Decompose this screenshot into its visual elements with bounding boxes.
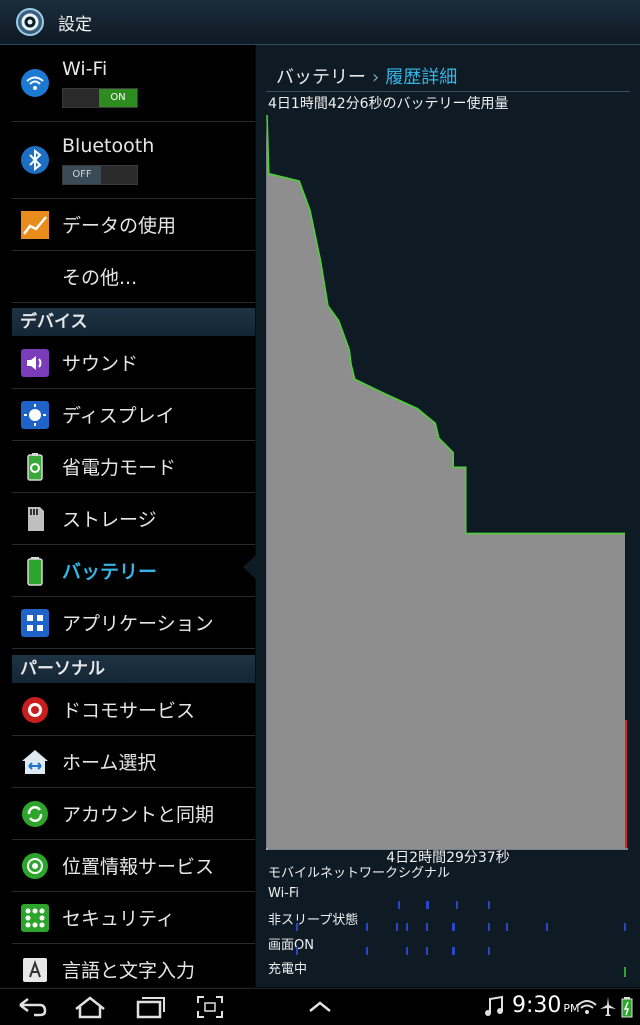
speaker-icon: [21, 348, 49, 377]
section-header-device: デバイス: [12, 308, 255, 336]
apps-grid-icon: [21, 608, 49, 637]
toggle-state: OFF: [63, 166, 101, 184]
blank-icon: [20, 262, 50, 292]
breadcrumb: バッテリー › 履歴詳細: [276, 63, 457, 89]
sidebar-item-label: Wi-Fi: [62, 58, 108, 80]
sidebar-item-label: データの使用: [62, 215, 177, 237]
sidebar-item-label: 位置情報サービス: [62, 856, 215, 878]
settings-gear-icon[interactable]: [14, 6, 46, 38]
system-bar: 9:30 PM: [0, 988, 640, 1025]
sidebar-item-docomo[interactable]: ドコモサービス: [12, 684, 255, 736]
sidebar-item-label: Bluetooth: [62, 135, 155, 157]
airplane-icon: [600, 997, 616, 1016]
sidebar-item-storage[interactable]: ストレージ: [12, 493, 255, 545]
clock: 9:30 PM: [512, 993, 580, 1018]
awake-activity-end: [624, 923, 626, 931]
awake-activity: [296, 923, 548, 931]
sidebar-item-label: 省電力モード: [62, 457, 177, 479]
wifi-toggle[interactable]: ON: [62, 88, 138, 108]
battery-icon: [27, 556, 43, 586]
app-title: 設定: [58, 14, 92, 35]
sidebar-item-label: その他...: [62, 267, 138, 289]
recent-apps-icon[interactable]: [130, 993, 170, 1021]
screenshot-icon[interactable]: [190, 993, 230, 1021]
back-icon[interactable]: [12, 993, 52, 1021]
selection-pointer: [243, 555, 256, 579]
activity-bars: [296, 901, 626, 977]
bluetooth-icon: [21, 146, 49, 174]
sidebar-item-power-saving[interactable]: 省電力モード: [12, 441, 255, 493]
sidebar-item-label: ディスプレイ: [62, 405, 175, 427]
sidebar-item-more[interactable]: その他...: [12, 251, 255, 303]
brightness-icon: [21, 400, 49, 429]
music-note-icon: [485, 995, 503, 1016]
divider: [266, 91, 630, 92]
sidebar-item-language-input[interactable]: 言語と文字入力: [12, 944, 255, 987]
home-nav-icon[interactable]: [70, 993, 110, 1021]
sidebar-item-sound[interactable]: サウンド: [12, 337, 255, 389]
sidebar-item-label: ドコモサービス: [62, 700, 196, 722]
sidebar-item-label: アプリケーション: [62, 613, 214, 635]
settings-list[interactable]: Wi-Fi ON Bluetooth OFF データの使用 その他... デバイ…: [0, 45, 255, 987]
home-icon: [22, 749, 48, 774]
battery-history-chart: [266, 115, 628, 850]
breadcrumb-separator: ›: [372, 67, 380, 88]
charging-activity: [624, 967, 626, 977]
sd-card-icon: [28, 506, 44, 531]
sidebar-item-accounts-sync[interactable]: アカウントと同期: [12, 788, 255, 840]
wifi-activity: [398, 901, 490, 909]
sidebar-item-display[interactable]: ディスプレイ: [12, 389, 255, 441]
signal-row-label: モバイルネットワークシグナル: [268, 866, 451, 881]
security-grid-icon: [21, 903, 49, 932]
breadcrumb-current: 履歴詳細: [385, 67, 458, 88]
chevron-up-icon[interactable]: [300, 993, 340, 1021]
sidebar-item-security[interactable]: セキュリティ: [12, 892, 255, 944]
sidebar-item-label: ホーム選択: [62, 752, 157, 774]
sidebar-item-bluetooth[interactable]: Bluetooth OFF: [12, 122, 255, 199]
section-header-personal: パーソナル: [12, 655, 255, 683]
sync-icon: [22, 800, 48, 827]
location-target-icon: [22, 852, 48, 879]
docomo-icon: [22, 696, 48, 723]
clock-time: 9:30: [512, 993, 562, 1018]
sidebar-item-wifi[interactable]: Wi-Fi ON: [12, 45, 255, 122]
sidebar-item-label: セキュリティ: [62, 908, 175, 930]
keyboard-letter-icon: [23, 957, 47, 982]
wifi-status-icon: [577, 1000, 597, 1014]
sidebar-item-label: 言語と文字入力: [62, 960, 196, 982]
sidebar-item-applications[interactable]: アプリケーション: [12, 597, 255, 649]
wifi-icon: [21, 69, 49, 97]
title-bar: 設定: [0, 0, 640, 45]
sidebar-item-data-usage[interactable]: データの使用: [12, 199, 255, 251]
sidebar-item-location[interactable]: 位置情報サービス: [12, 840, 255, 892]
bluetooth-toggle[interactable]: OFF: [62, 165, 138, 185]
battery-history-panel: バッテリー › 履歴詳細 4日1時間42分6秒のバッテリー使用量 4日2時間29分3…: [256, 45, 640, 987]
sidebar-item-label: アカウントと同期: [62, 804, 215, 826]
data-usage-icon: [21, 210, 49, 239]
usage-duration-title: 4日1時間42分6秒のバッテリー使用量: [268, 96, 509, 112]
sidebar-item-home-select[interactable]: ホーム選択: [12, 736, 255, 788]
recycle-battery-icon: [27, 452, 43, 481]
sidebar-item-label: バッテリー: [62, 561, 158, 583]
sidebar-item-battery[interactable]: バッテリー: [12, 545, 255, 597]
sidebar-item-label: ストレージ: [62, 509, 157, 531]
toggle-state: ON: [99, 89, 137, 107]
battery-status-icon: [621, 997, 633, 1018]
breadcrumb-parent[interactable]: バッテリー: [276, 67, 366, 88]
screen-on-activity: [296, 947, 490, 955]
sidebar-item-label: サウンド: [62, 353, 139, 375]
